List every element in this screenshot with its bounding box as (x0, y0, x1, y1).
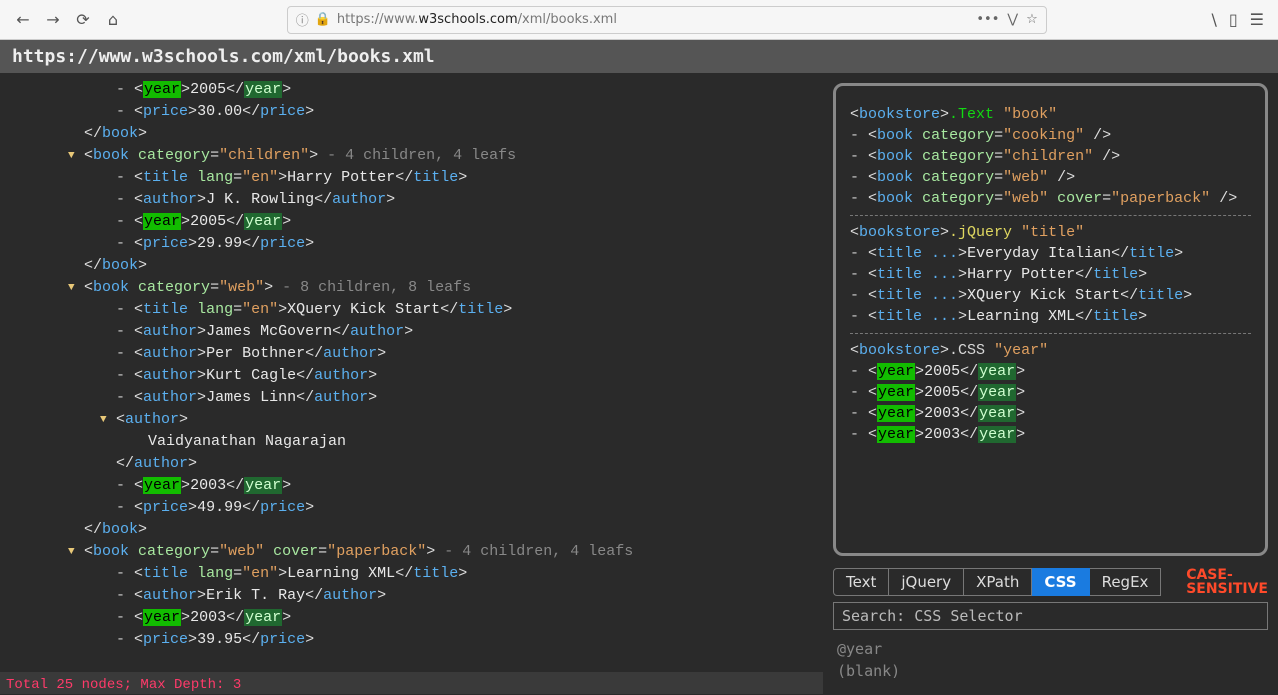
search-input[interactable]: Search: CSS Selector (833, 602, 1268, 630)
result-section-css: <bookstore>.CSS "year" - <year>2005</yea… (850, 333, 1251, 451)
search-history[interactable]: @year (blank) (833, 636, 1268, 684)
page-title: https://www.w3schools.com/xml/books.xml (0, 40, 1278, 73)
reload-button[interactable]: ⟳ (68, 5, 98, 35)
case-sensitive-toggle[interactable]: CASE-SENSITIVE (1186, 568, 1268, 596)
library-icon[interactable]: \ (1211, 10, 1216, 29)
url-bar[interactable]: ⓘ 🔒 https://www.w3schools.com/xml/books.… (287, 6, 1047, 34)
tab-css[interactable]: CSS (1032, 568, 1089, 596)
tree-toggle[interactable]: <book category="children"> - 4 children,… (8, 145, 815, 167)
status-bar: Total 25 nodes; Max Depth: 3 (0, 672, 823, 694)
results-box: <bookstore>.Text "book" - <book category… (833, 83, 1268, 556)
info-icon[interactable]: ⓘ (296, 10, 309, 29)
forward-button[interactable]: → (38, 5, 68, 35)
tab-jquery[interactable]: jQuery (889, 568, 964, 596)
history-item[interactable]: (blank) (837, 660, 1264, 682)
results-pane: <bookstore>.Text "book" - <book category… (823, 73, 1278, 694)
back-button[interactable]: ← (8, 5, 38, 35)
tree-toggle[interactable]: ▼ <author> (8, 409, 815, 431)
tree-toggle[interactable]: <book category="web"> - 8 children, 8 le… (8, 277, 815, 299)
url-text: https://www.w3schools.com/xml/books.xml (337, 12, 617, 27)
more-icon[interactable]: ••• (976, 12, 999, 27)
tab-text[interactable]: Text (833, 568, 889, 596)
tab-row: Text jQuery XPath CSS RegEx CASE-SENSITI… (833, 568, 1268, 596)
result-section-jquery: <bookstore>.jQuery "title" - <title ...>… (850, 215, 1251, 333)
menu-icon[interactable]: ☰ (1250, 10, 1264, 29)
pocket-icon[interactable]: ⋁ (1007, 12, 1018, 27)
result-section-text: <bookstore>.Text "book" - <book category… (850, 98, 1251, 215)
lock-icon: 🔒 (315, 12, 331, 27)
xml-tree-pane: - <year>2005</year> - <price>30.00</pric… (0, 73, 823, 694)
history-item[interactable]: @year (837, 638, 1264, 660)
tab-xpath[interactable]: XPath (964, 568, 1032, 596)
sidebar-icon[interactable]: ▯ (1229, 10, 1238, 29)
xml-tree[interactable]: - <year>2005</year> - <price>30.00</pric… (8, 79, 815, 651)
tab-regex[interactable]: RegEx (1090, 568, 1162, 596)
tree-toggle[interactable]: <book category="web" cover="paperback"> … (8, 541, 815, 563)
browser-toolbar: ← → ⟳ ⌂ ⓘ 🔒 https://www.w3schools.com/xm… (0, 0, 1278, 40)
home-button[interactable]: ⌂ (98, 5, 128, 35)
bookmark-icon[interactable]: ☆ (1026, 12, 1038, 27)
